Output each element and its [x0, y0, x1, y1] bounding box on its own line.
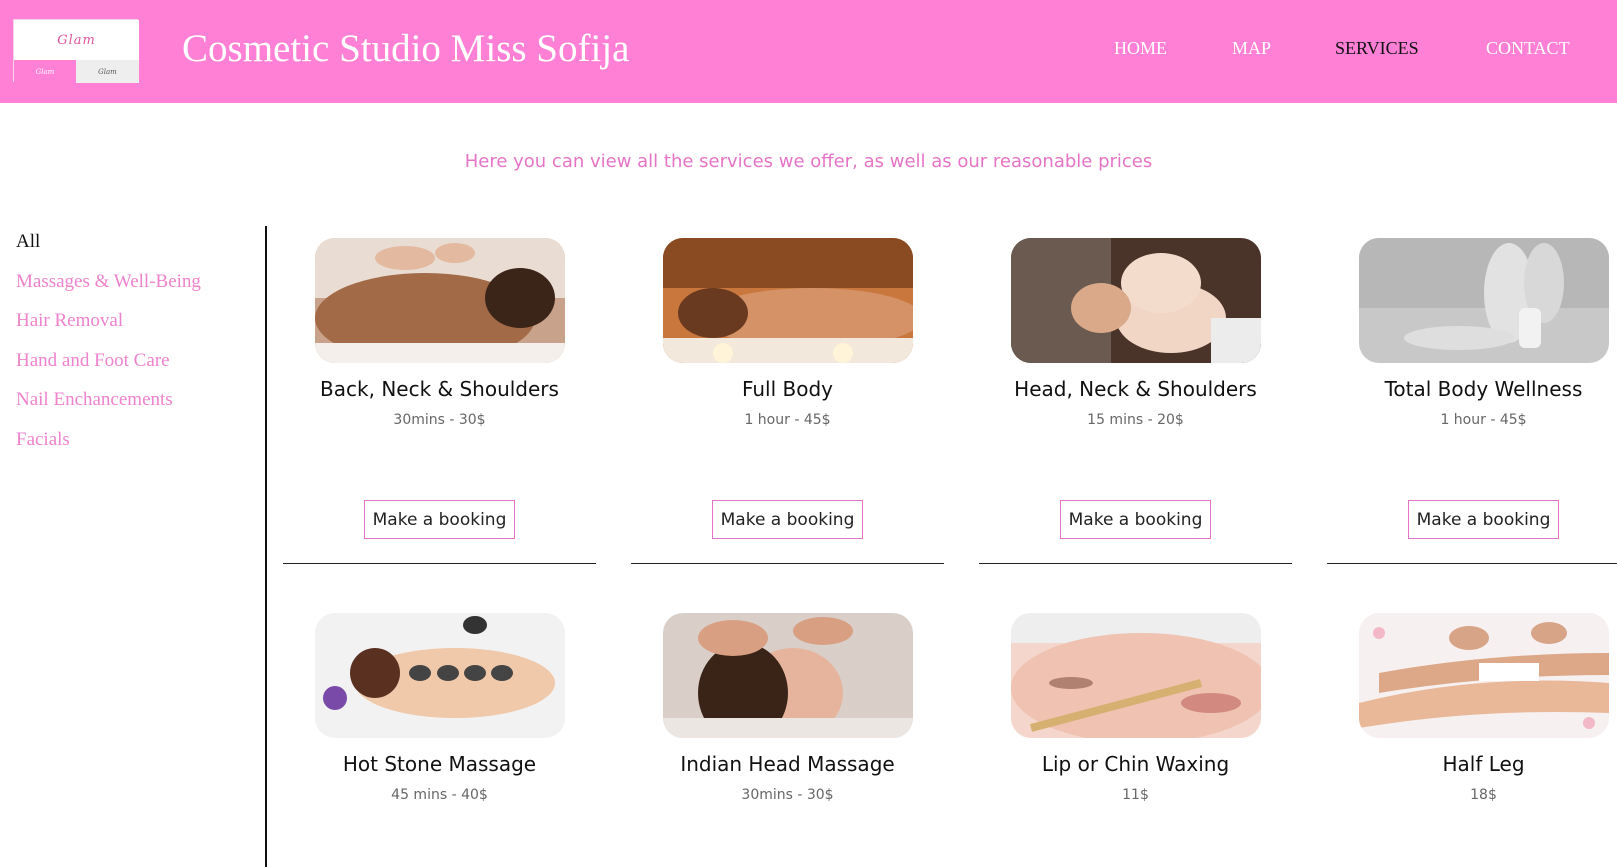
- service-card: Half Leg 18$: [1327, 601, 1617, 867]
- back-massage-photo: [315, 238, 565, 363]
- category-massages[interactable]: Massages & Well-Being: [16, 270, 256, 310]
- service-title: Back, Neck & Shoulders: [320, 377, 559, 401]
- service-title: Indian Head Massage: [680, 752, 895, 776]
- service-title: Total Body Wellness: [1384, 377, 1583, 401]
- service-price: 18$: [1470, 787, 1497, 803]
- service-card: Full Body 1 hour - 45$ Make a booking: [631, 226, 944, 564]
- indian-head-photo: [663, 613, 913, 738]
- service-price: 11$: [1122, 787, 1149, 803]
- category-nails[interactable]: Nail Enchancements: [16, 388, 256, 428]
- service-card: Indian Head Massage 30mins - 30$: [631, 601, 944, 867]
- service-title: Lip or Chin Waxing: [1041, 752, 1230, 776]
- make-booking-button[interactable]: Make a booking: [1060, 500, 1211, 539]
- intro-text: Here you can view all the services we of…: [464, 151, 1153, 172]
- card-divider: [631, 563, 944, 564]
- nav-services[interactable]: SERVICES: [1335, 38, 1419, 59]
- service-price: 30mins - 30$: [393, 412, 486, 428]
- service-card: Back, Neck & Shoulders 30mins - 30$ Make…: [283, 226, 596, 564]
- make-booking-button[interactable]: Make a booking: [1408, 500, 1559, 539]
- category-hand-foot[interactable]: Hand and Foot Care: [16, 349, 256, 389]
- service-title: Half Leg: [1442, 752, 1525, 776]
- nav-home[interactable]: HOME: [1114, 38, 1167, 59]
- logo-thumb-grey: Glam: [76, 60, 139, 83]
- service-card: Head, Neck & Shoulders 15 mins - 20$ Mak…: [979, 226, 1292, 564]
- lip-waxing-photo: [1011, 613, 1261, 738]
- card-divider: [1327, 563, 1617, 564]
- half-leg-photo: [1359, 613, 1609, 738]
- category-hair-removal[interactable]: Hair Removal: [16, 309, 256, 349]
- service-price: 1 hour - 45$: [1440, 412, 1527, 428]
- category-sidebar: All Massages & Well-Being Hair Removal H…: [16, 230, 256, 467]
- site-title: Cosmetic Studio Miss Sofija: [182, 27, 630, 70]
- card-divider: [979, 563, 1292, 564]
- service-price: 15 mins - 20$: [1087, 412, 1184, 428]
- service-card: Hot Stone Massage 45 mins - 40$: [283, 601, 596, 867]
- service-title: Hot Stone Massage: [342, 752, 537, 776]
- service-price: 30mins - 30$: [741, 787, 834, 803]
- service-price: 1 hour - 45$: [744, 412, 831, 428]
- service-title: Full Body: [741, 377, 834, 401]
- logo-mini-right: Glam: [98, 67, 117, 76]
- make-booking-button[interactable]: Make a booking: [364, 500, 515, 539]
- site-header: Glam Glam Glam Cosmetic Studio Miss Sofi…: [0, 0, 1617, 103]
- nav-contact[interactable]: CONTACT: [1486, 38, 1570, 59]
- service-price: 45 mins - 40$: [391, 787, 488, 803]
- logo-top: Glam: [14, 20, 139, 60]
- logo-thumb-pink: Glam: [14, 60, 76, 83]
- make-booking-button[interactable]: Make a booking: [712, 500, 863, 539]
- logo[interactable]: Glam Glam Glam: [13, 19, 139, 83]
- head-massage-photo: [1011, 238, 1261, 363]
- hot-stone-photo: [315, 613, 565, 738]
- service-card: Total Body Wellness 1 hour - 45$ Make a …: [1327, 226, 1617, 564]
- logo-mini-left: Glam: [35, 67, 55, 76]
- card-divider: [283, 563, 596, 564]
- logo-script-text: Glam: [57, 32, 96, 48]
- full-body-massage-photo: [663, 238, 913, 363]
- service-title: Head, Neck & Shoulders: [1014, 377, 1257, 401]
- sidebar-divider: [265, 226, 267, 867]
- category-facials[interactable]: Facials: [16, 428, 256, 468]
- nav-map[interactable]: MAP: [1232, 38, 1271, 59]
- body-wellness-photo: [1359, 238, 1609, 363]
- service-card: Lip or Chin Waxing 11$: [979, 601, 1292, 867]
- category-all[interactable]: All: [16, 230, 256, 270]
